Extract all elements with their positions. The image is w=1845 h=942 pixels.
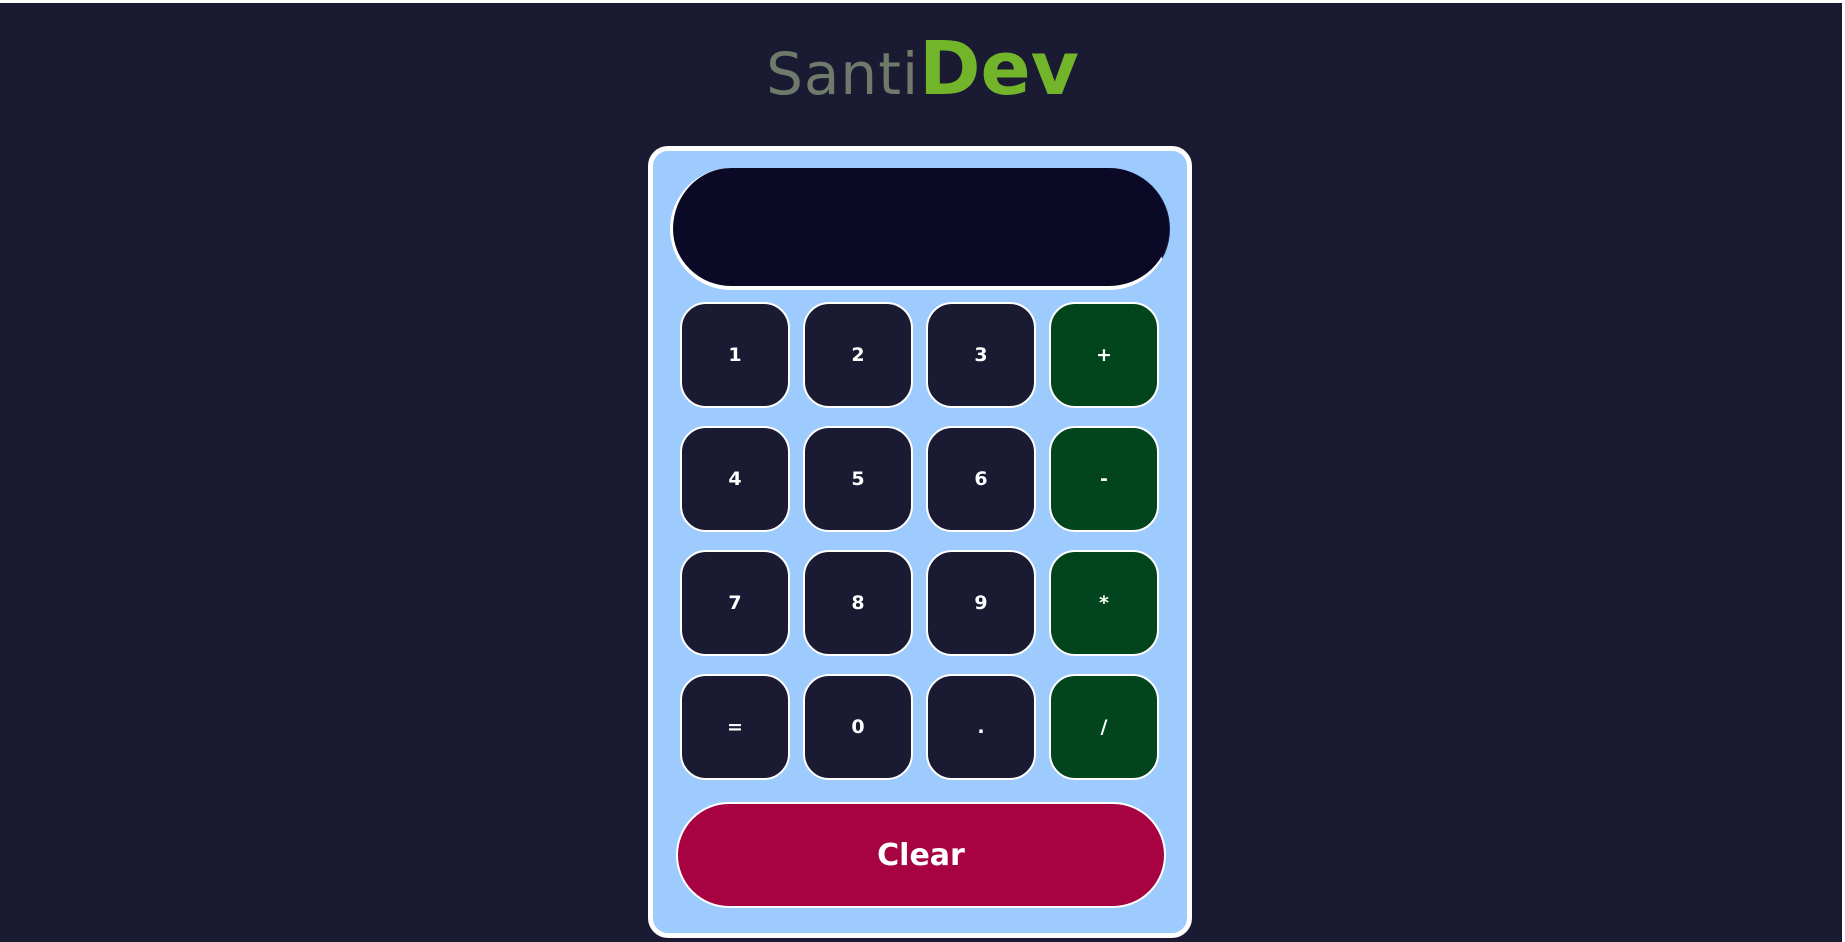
key-subtract[interactable]: -	[1049, 426, 1159, 532]
window-top-border	[0, 0, 1845, 3]
key-1[interactable]: 1	[680, 302, 790, 408]
key-3[interactable]: 3	[926, 302, 1036, 408]
key-0[interactable]: 0	[803, 674, 913, 780]
key-multiply[interactable]: *	[1049, 550, 1159, 656]
key-4[interactable]: 4	[680, 426, 790, 532]
key-divide[interactable]: /	[1049, 674, 1159, 780]
calculator: 1 2 3 + 4 5 6 - 7 8 9 * = 0 . / Clear	[648, 146, 1192, 938]
key-add[interactable]: +	[1049, 302, 1159, 408]
logo-text-dev: Dev	[919, 26, 1079, 112]
key-9[interactable]: 9	[926, 550, 1036, 656]
key-decimal[interactable]: .	[926, 674, 1036, 780]
keypad: 1 2 3 + 4 5 6 - 7 8 9 * = 0 . /	[680, 302, 1160, 780]
clear-button[interactable]: Clear	[676, 802, 1166, 908]
key-7[interactable]: 7	[680, 550, 790, 656]
key-2[interactable]: 2	[803, 302, 913, 408]
calculator-display	[670, 168, 1170, 290]
key-6[interactable]: 6	[926, 426, 1036, 532]
key-8[interactable]: 8	[803, 550, 913, 656]
key-5[interactable]: 5	[803, 426, 913, 532]
logo-text-santi: Santi	[766, 40, 920, 108]
site-logo: SantiDev	[0, 32, 1845, 106]
key-equals[interactable]: =	[680, 674, 790, 780]
